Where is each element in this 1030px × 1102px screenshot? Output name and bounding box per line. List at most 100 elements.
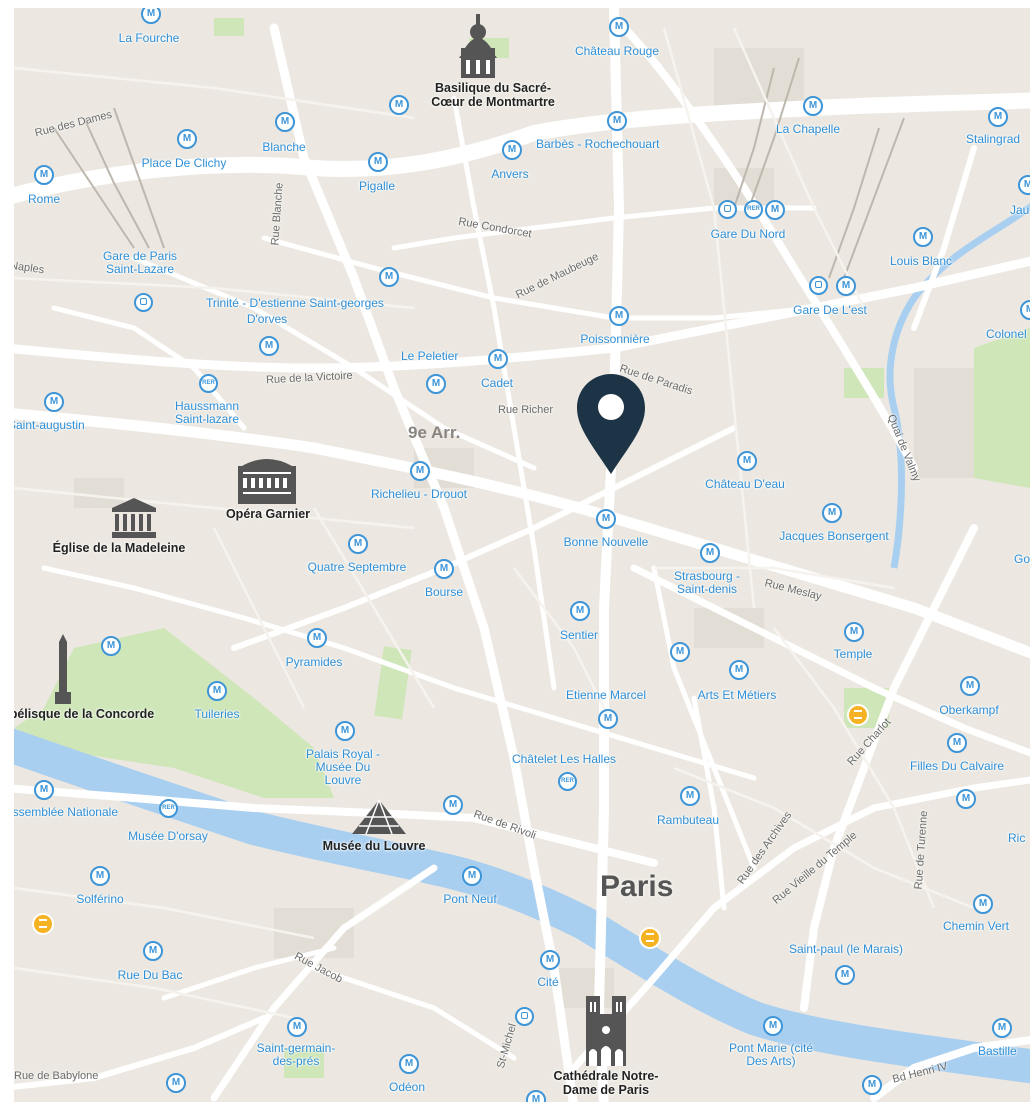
metro-icon[interactable]: M <box>434 559 454 579</box>
station-label[interactable]: Richelieu - Drouot <box>371 487 467 501</box>
metro-icon[interactable]: M <box>763 1016 783 1036</box>
station-label[interactable]: Ric <box>1008 831 1025 845</box>
station-label[interactable]: Bastille <box>978 1044 1017 1058</box>
metro-icon[interactable]: M <box>307 628 327 648</box>
metro-icon[interactable]: M <box>765 200 785 220</box>
metro-icon[interactable]: M <box>389 95 409 115</box>
station-label[interactable]: Tuileries <box>195 707 240 721</box>
metro-icon[interactable]: M <box>207 681 227 701</box>
station-label[interactable]: Gare De L'est <box>793 303 867 317</box>
station-label[interactable]: Assemblée Nationale <box>14 806 118 819</box>
station-label[interactable]: Odéon <box>389 1080 425 1094</box>
metro-icon[interactable]: M <box>540 950 560 970</box>
station-label[interactable]: La Fourche <box>119 31 180 45</box>
station-label[interactable]: D'orves <box>247 312 287 326</box>
station-label[interactable]: Cité <box>537 975 558 989</box>
station-label[interactable]: Jacques Bonsergent <box>779 529 888 543</box>
station-label[interactable]: Saint-germain-des-prés <box>252 1041 340 1068</box>
station-label[interactable]: Etienne Marcel <box>566 688 646 702</box>
station-label[interactable]: Blanche <box>262 140 305 154</box>
station-label[interactable]: Louis Blanc <box>890 254 952 268</box>
station-label[interactable]: Pont Neuf <box>443 892 496 906</box>
metro-icon[interactable]: M <box>596 509 616 529</box>
station-label[interactable]: Temple <box>834 647 873 661</box>
opera-house-icon[interactable] <box>236 452 298 504</box>
station-label[interactable]: Rambuteau <box>657 813 719 827</box>
metro-icon[interactable]: M <box>960 676 980 696</box>
rer-icon[interactable]: RER <box>558 772 577 791</box>
station-label[interactable]: Le Peletier <box>401 349 458 363</box>
station-label[interactable]: Stalingrad <box>966 132 1020 146</box>
train-icon[interactable] <box>515 1007 534 1026</box>
station-label[interactable]: Pyramides <box>286 655 343 669</box>
metro-icon[interactable]: M <box>988 107 1008 127</box>
rer-icon[interactable]: RER <box>744 200 763 219</box>
landmark-label-opera[interactable]: Opéra Garnier <box>226 507 310 522</box>
train-icon[interactable] <box>809 276 828 295</box>
station-label[interactable]: Pont Marie (cité Des Arts) <box>725 1041 817 1068</box>
metro-icon[interactable]: M <box>335 721 355 741</box>
station-label[interactable]: Oberkampf <box>939 703 998 717</box>
station-label[interactable]: Saint-paul (le Marais) <box>789 942 903 956</box>
station-label[interactable]: Gare Du Nord <box>711 227 786 241</box>
metro-icon[interactable]: M <box>992 1018 1012 1038</box>
train-icon[interactable] <box>134 293 153 312</box>
station-label[interactable]: Go <box>1014 552 1030 566</box>
station-label[interactable]: Musée D'orsay <box>128 829 208 843</box>
landmark-label-concorde[interactable]: Obélisque de la Concorde <box>14 708 160 722</box>
metro-icon[interactable]: M <box>700 543 720 563</box>
metro-icon[interactable]: M <box>670 642 690 662</box>
station-label[interactable]: Sentier <box>560 628 598 642</box>
museum-icon[interactable] <box>639 927 661 949</box>
metro-icon[interactable]: M <box>862 1075 882 1095</box>
rer-icon[interactable]: RER <box>159 799 178 818</box>
station-label[interactable]: Anvers <box>491 167 528 181</box>
metro-icon[interactable]: M <box>368 152 388 172</box>
station-label[interactable]: Place De Clichy <box>142 156 227 170</box>
station-label[interactable]: Jau <box>1010 203 1029 217</box>
station-label[interactable]: Château Rouge <box>575 44 659 58</box>
landmark-label-louvre[interactable]: Musée du Louvre <box>323 839 426 854</box>
station-label[interactable]: Gare de Paris Saint-Lazare <box>90 249 190 276</box>
metro-icon[interactable]: M <box>835 965 855 985</box>
obelisk-icon[interactable] <box>52 634 74 704</box>
metro-icon[interactable]: M <box>956 789 976 809</box>
map-pin-icon[interactable] <box>573 370 649 476</box>
metro-icon[interactable]: M <box>822 503 842 523</box>
station-label[interactable]: Haussmann Saint-lazare <box>164 399 250 426</box>
train-icon[interactable] <box>718 200 737 219</box>
metro-icon[interactable]: M <box>34 780 54 800</box>
station-label[interactable]: Colonel <box>986 327 1027 341</box>
metro-icon[interactable]: M <box>913 227 933 247</box>
metro-icon[interactable]: M <box>502 140 522 160</box>
metro-icon[interactable]: M <box>570 601 590 621</box>
church-icon[interactable] <box>110 496 158 538</box>
station-label[interactable]: Château D'eau <box>705 477 785 491</box>
station-label[interactable]: Barbès - Rochechouart <box>536 137 659 151</box>
metro-icon[interactable]: M <box>177 129 197 149</box>
metro-icon[interactable]: M <box>44 392 64 412</box>
metro-icon[interactable]: M <box>844 622 864 642</box>
metro-icon[interactable]: M <box>462 866 482 886</box>
metro-icon[interactable]: M <box>947 733 967 753</box>
station-label[interactable]: La Chapelle <box>776 122 840 136</box>
station-label[interactable]: Rome <box>28 192 60 206</box>
metro-icon[interactable]: M <box>101 636 121 656</box>
station-label[interactable]: Solférino <box>76 892 123 906</box>
station-label[interactable]: Trinité - D'estienne Saint-georges <box>206 296 384 310</box>
metro-icon[interactable]: M <box>275 112 295 132</box>
metro-icon[interactable]: M <box>90 866 110 886</box>
museum-icon[interactable] <box>847 704 869 726</box>
metro-icon[interactable]: M <box>737 451 757 471</box>
metro-icon[interactable]: M <box>803 96 823 116</box>
station-label[interactable]: Poissonnière <box>580 332 649 346</box>
metro-icon[interactable]: M <box>973 894 993 914</box>
station-label[interactable]: Quatre Septembre <box>308 560 407 574</box>
station-label[interactable]: Arts Et Métiers <box>698 688 777 702</box>
landmark-label-sacre-coeur[interactable]: Basilique du Sacré-Cœur de Montmartre <box>423 81 563 110</box>
station-label[interactable]: Filles Du Calvaire <box>910 759 1004 773</box>
landmark-label-madeleine[interactable]: Église de la Madeleine <box>53 541 186 556</box>
metro-icon[interactable]: M <box>443 795 463 815</box>
metro-icon[interactable]: M <box>287 1017 307 1037</box>
station-label[interactable]: Cadet <box>481 376 513 390</box>
